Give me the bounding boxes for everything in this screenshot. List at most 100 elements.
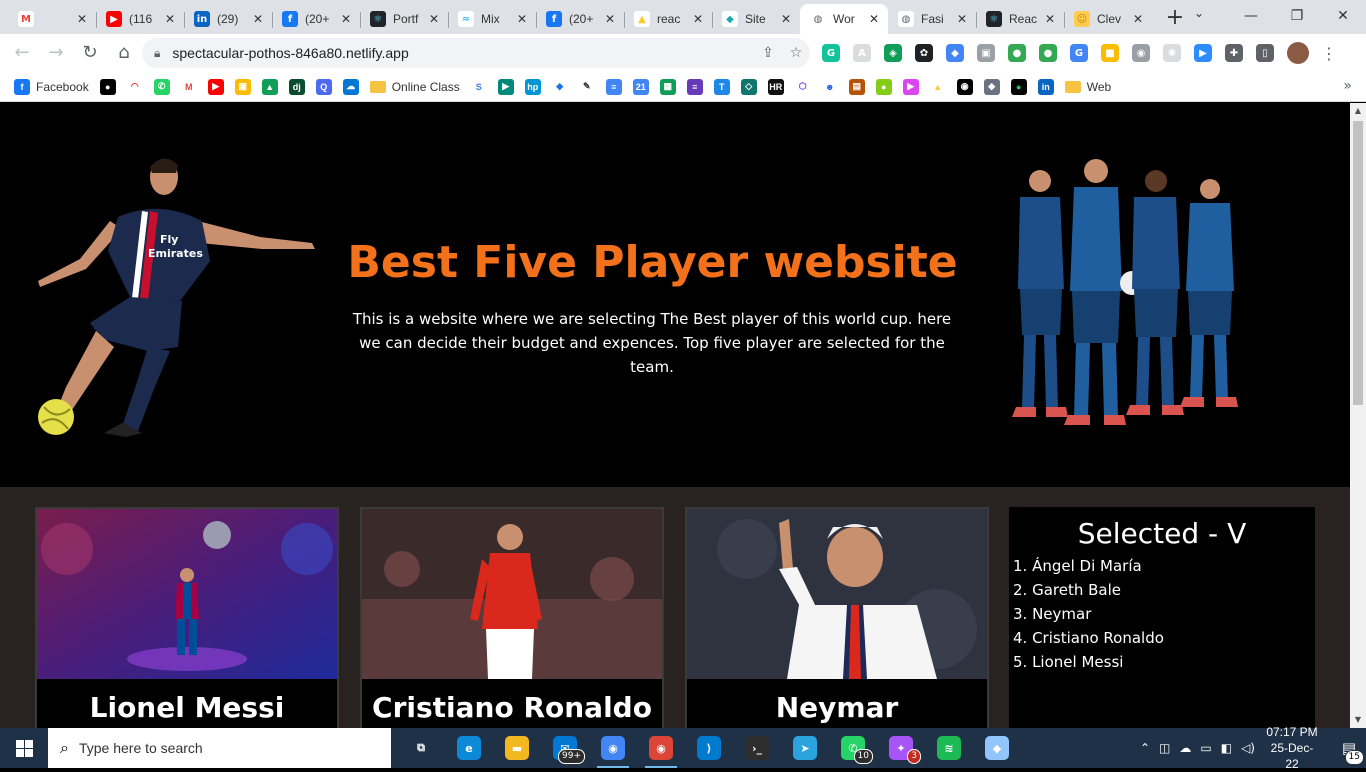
bookmark-item[interactable]: Q xyxy=(315,75,332,99)
forward-button[interactable]: → xyxy=(40,37,72,69)
close-tab-icon[interactable]: ✕ xyxy=(602,11,618,27)
taskbar-app[interactable]: ⧉ xyxy=(397,728,445,768)
bookmark-item[interactable]: ✎ xyxy=(578,75,595,99)
bookmark-item[interactable]: in xyxy=(1037,75,1054,99)
close-tab-icon[interactable]: ✕ xyxy=(1042,11,1058,27)
browser-tab[interactable]: ☺ Clev ✕ xyxy=(1064,4,1152,34)
taskbar-app[interactable]: ✆ 10 xyxy=(829,728,877,768)
bookmark-item[interactable]: ● xyxy=(99,75,116,99)
taskbar-app[interactable]: ◉ xyxy=(589,728,637,768)
bookmark-item[interactable]: hp xyxy=(524,75,541,99)
bookmark-item[interactable]: 21 xyxy=(632,75,649,99)
page-scrollbar[interactable]: ▲ ▼ xyxy=(1350,103,1366,728)
bookmark-item[interactable]: dj xyxy=(288,75,305,99)
bookmark-item[interactable]: ● xyxy=(875,75,892,99)
search-placeholder[interactable]: Type here to search xyxy=(79,740,203,756)
meet-now-icon[interactable]: ◫ xyxy=(1159,741,1170,755)
address-bar[interactable]: 🔒︎ spectacular-pothos-846a80.netlify.app… xyxy=(142,38,810,68)
close-window-button[interactable]: ✕ xyxy=(1320,0,1366,32)
puzzle-icon[interactable]: ✚ xyxy=(1225,44,1243,62)
close-tab-icon[interactable]: ✕ xyxy=(778,11,794,27)
url-text[interactable]: spectacular-pothos-846a80.netlify.app xyxy=(172,45,754,61)
grammarly-icon[interactable]: G xyxy=(822,44,840,62)
bookmark-item[interactable]: ▲ xyxy=(261,75,278,99)
browser-tab[interactable]: f (20+ ✕ xyxy=(272,4,360,34)
close-tab-icon[interactable]: ✕ xyxy=(690,11,706,27)
bookmark-item[interactable]: ☻ xyxy=(821,75,838,99)
bookmark-item[interactable]: ◆ xyxy=(983,75,1000,99)
extension-icon[interactable]: ✺ xyxy=(1163,44,1181,62)
browser-tab[interactable]: ◆ Site ✕ xyxy=(712,4,800,34)
home-button[interactable]: ⌂ xyxy=(108,37,140,69)
battery-icon[interactable]: ▭ xyxy=(1200,741,1211,755)
bookmark-item[interactable]: ◆ xyxy=(551,75,568,99)
taskbar-app[interactable]: ▬ xyxy=(493,728,541,768)
close-tab-icon[interactable]: ✕ xyxy=(866,11,882,27)
taskbar-app[interactable]: ≋ xyxy=(925,728,973,768)
close-tab-icon[interactable]: ✕ xyxy=(954,11,970,27)
browser-tab[interactable]: ≈ Mix ✕ xyxy=(448,4,536,34)
browser-tab[interactable]: M ✕ xyxy=(8,4,96,34)
bookmark-item[interactable]: ⬡ xyxy=(794,75,811,99)
taskbar-app[interactable]: ◆ xyxy=(973,728,1021,768)
profile-avatar[interactable] xyxy=(1287,42,1309,64)
lock-icon[interactable]: 🔒︎ xyxy=(154,46,160,61)
bookmark-item[interactable]: ◠ xyxy=(126,75,143,99)
bookmark-item[interactable]: S xyxy=(470,75,487,99)
bookmark-item[interactable]: ▣ xyxy=(234,75,251,99)
bookmark-item[interactable]: ≡ xyxy=(605,75,622,99)
bookmark-item[interactable]: ◇ xyxy=(740,75,757,99)
bookmark-item[interactable]: M xyxy=(180,75,197,99)
scroll-thumb[interactable] xyxy=(1353,121,1363,405)
scroll-up-icon[interactable]: ▲ xyxy=(1350,103,1366,119)
browser-tab[interactable]: f (20+ ✕ xyxy=(536,4,624,34)
minimize-button[interactable]: — xyxy=(1228,0,1274,32)
close-tab-icon[interactable]: ✕ xyxy=(1130,11,1146,27)
back-button[interactable]: ← xyxy=(6,37,38,69)
taskbar-app[interactable]: ✉ 99+ xyxy=(541,728,589,768)
browser-tab[interactable]: ▲ reac ✕ xyxy=(624,4,712,34)
close-tab-icon[interactable]: ✕ xyxy=(514,11,530,27)
browser-tab[interactable]: ⚛ Reac ✕ xyxy=(976,4,1064,34)
bookmark-item[interactable]: ▶ xyxy=(497,75,514,99)
tray-chevron-icon[interactable]: ⌃ xyxy=(1140,741,1150,755)
bookmark-item[interactable]: ● xyxy=(1010,75,1027,99)
bookmark-item[interactable]: f Facebook xyxy=(14,75,89,99)
browser-tab[interactable]: ⚛ Portf ✕ xyxy=(360,4,448,34)
new-tab-button[interactable]: + xyxy=(1160,4,1190,34)
tab-search-button[interactable]: ⌄ xyxy=(1194,6,1204,20)
bookmark-item[interactable]: Web xyxy=(1064,75,1111,99)
taskbar-app[interactable]: ›_ xyxy=(733,728,781,768)
scroll-down-icon[interactable]: ▼ xyxy=(1350,712,1366,728)
extension-icon[interactable]: A xyxy=(853,44,871,62)
browser-tab[interactable]: ◍ Fasi ✕ xyxy=(888,4,976,34)
camera-icon[interactable]: ◉ xyxy=(1132,44,1150,62)
share-icon[interactable]: ⇪ xyxy=(754,45,782,61)
more-bookmarks-icon[interactable]: » xyxy=(1343,78,1352,94)
bookmark-item[interactable]: T xyxy=(713,75,730,99)
taskbar-app[interactable]: e xyxy=(445,728,493,768)
taskbar-search[interactable]: ⌕ Type here to search xyxy=(48,728,391,768)
sidepanel-icon[interactable]: ▯ xyxy=(1256,44,1274,62)
extension-icon[interactable]: ▣ xyxy=(977,44,995,62)
network-icon[interactable]: ◧ xyxy=(1221,741,1232,755)
bookmark-item[interactable]: ▤ xyxy=(848,75,865,99)
extension-icon[interactable]: ● xyxy=(1008,44,1026,62)
browser-tab[interactable]: ▶ (116 ✕ xyxy=(96,4,184,34)
maximize-button[interactable]: ❐ xyxy=(1274,0,1320,32)
taskbar-app[interactable]: ⟩ xyxy=(685,728,733,768)
bookmark-item[interactable]: ◉ xyxy=(956,75,973,99)
close-tab-icon[interactable]: ✕ xyxy=(162,11,178,27)
bookmark-item[interactable]: Online Class xyxy=(369,75,460,99)
extension-icon[interactable]: ■ xyxy=(1101,44,1119,62)
taskbar-app[interactable]: ✦ 3 xyxy=(877,728,925,768)
bookmark-item[interactable]: ☁ xyxy=(342,75,359,99)
translate-icon[interactable]: G xyxy=(1070,44,1088,62)
reload-button[interactable]: ↻ xyxy=(74,37,106,69)
bookmark-item[interactable]: ▲ xyxy=(929,75,946,99)
extension-icon[interactable]: ◆ xyxy=(946,44,964,62)
bookmark-star-icon[interactable]: ☆ xyxy=(782,45,810,61)
notifications-icon[interactable]: ▤ 15 xyxy=(1332,739,1366,765)
close-tab-icon[interactable]: ✕ xyxy=(426,11,442,27)
menu-icon[interactable]: ⋮ xyxy=(1321,44,1337,63)
